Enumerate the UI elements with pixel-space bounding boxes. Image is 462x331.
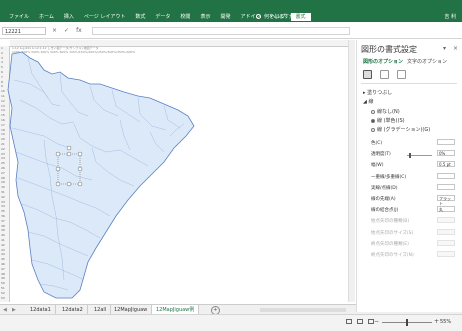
property-label: 線の結合点(J) xyxy=(371,208,399,214)
ribbon-tab[interactable]: ページ レイアウト xyxy=(79,13,131,21)
zoom-thumb[interactable] xyxy=(406,319,408,326)
transparency-thumb[interactable] xyxy=(409,153,411,158)
fill-line-icon[interactable] xyxy=(363,70,372,79)
property-label: 実線/点線(D) xyxy=(371,185,398,191)
ribbon-tab[interactable]: 表示 xyxy=(195,13,215,21)
tell-me-label: 何をしますか xyxy=(264,14,295,20)
property-label: 一重線/多重線(C) xyxy=(371,174,407,180)
property-label: 幅(W) xyxy=(371,163,384,169)
line-option-label: 線 (単色)(S) xyxy=(377,118,405,124)
property-control[interactable] xyxy=(437,251,455,257)
normal-view-icon[interactable] xyxy=(346,319,352,324)
radio-icon[interactable] xyxy=(371,109,375,114)
ribbon-tab[interactable]: データ xyxy=(150,13,175,21)
formula-icons: × ✓ fx xyxy=(52,27,82,34)
formula-input[interactable] xyxy=(92,27,350,35)
ribbon-tab[interactable]: ファイル xyxy=(4,13,34,21)
property-label: 終点矢印の種類(E) xyxy=(371,241,409,247)
property-label: 線の先端(A) xyxy=(371,197,396,202)
ribbon-tab[interactable]: 挿入 xyxy=(59,13,79,21)
line-option-radio[interactable]: 線 (グラデーション)(G) xyxy=(371,126,430,133)
property-label: 色(C) xyxy=(371,141,383,146)
formula-bar: 12221 × ✓ fx xyxy=(0,24,462,39)
tab-shape-options[interactable]: 図形のオプション xyxy=(363,58,403,65)
enter-icon[interactable]: ✓ xyxy=(64,27,69,34)
pane-category-icons xyxy=(363,70,406,79)
radio-icon[interactable] xyxy=(371,118,375,123)
line-section-header[interactable]: ◢ 線 xyxy=(363,98,373,105)
property-control[interactable]: 0.5 pt xyxy=(437,161,455,168)
tell-me-box[interactable]: 何をしますか xyxy=(256,13,294,20)
fill-section-label: 塗りつぶし xyxy=(367,90,393,96)
divider xyxy=(361,83,457,84)
user-name[interactable]: 吉 利 xyxy=(444,13,456,20)
line-option-radio[interactable]: 線なし(N) xyxy=(371,108,400,115)
property-control[interactable]: 丸 xyxy=(437,206,455,213)
cancel-icon[interactable]: × xyxy=(52,27,57,34)
zoom-out-button[interactable]: − xyxy=(374,318,379,325)
ribbon: ファイル ホーム 挿入 ページ レイアウト 数式 データ 校閲 表示 開発 アドイン ヘルプ 書式 何… xyxy=(0,0,462,22)
status-bar: − + 55% xyxy=(0,314,462,331)
chiba-map[interactable] xyxy=(0,40,350,302)
property-control[interactable] xyxy=(437,139,455,145)
worksheet[interactable]: 1 2 3 4 5 6 7 8 9 10 11 12 13 14 15 16 17 18 19 20 21 22 23 24 2… xyxy=(0,40,350,302)
vertical-scrollbar[interactable] xyxy=(348,40,355,302)
size-properties-icon[interactable] xyxy=(397,70,406,79)
pane-title: 図形の書式設定 xyxy=(361,45,417,54)
property-control[interactable] xyxy=(437,217,455,224)
prev-sheet-button[interactable]: ◀ xyxy=(3,307,7,313)
property-label: 始点矢印のサイズ(S) xyxy=(371,230,414,236)
tab-text-options[interactable]: 文字のオプション xyxy=(407,58,447,65)
property-label: 終点矢印のサイズ(N) xyxy=(371,253,414,258)
ribbon-tab[interactable]: 開発 xyxy=(215,13,235,21)
property-control[interactable] xyxy=(437,183,455,190)
line-option-radio[interactable]: 線 (単色)(S) xyxy=(371,117,405,124)
radio-icon[interactable] xyxy=(371,127,375,132)
line-option-label: 線なし(N) xyxy=(377,109,400,115)
property-control[interactable]: フラット xyxy=(437,195,455,206)
property-label: 透明度(T) xyxy=(371,152,391,158)
name-box[interactable]: 12221 xyxy=(2,27,46,35)
lightbulb-icon xyxy=(256,14,261,19)
page-layout-view-icon[interactable] xyxy=(357,319,363,324)
property-control[interactable]: 0% xyxy=(437,150,455,157)
property-control[interactable] xyxy=(437,239,455,246)
line-section-label: 線 xyxy=(368,99,374,105)
close-icon[interactable]: × xyxy=(453,45,458,52)
format-shape-pane: 図形の書式設定 ▾ × 図形のオプション 文字のオプション ▸ 塗りつぶし ◢ … xyxy=(356,40,462,312)
zoom-in-button[interactable]: + xyxy=(434,318,439,325)
property-label: 始点矢印の種類(B) xyxy=(371,219,410,225)
function-icon[interactable]: fx xyxy=(76,27,82,34)
ribbon-tab[interactable]: ホーム xyxy=(34,13,59,21)
property-control[interactable] xyxy=(437,172,455,179)
fill-section-header[interactable]: ▸ 塗りつぶし xyxy=(363,89,392,96)
line-option-label: 線 (グラデーション)(G) xyxy=(377,127,431,133)
zoom-level[interactable]: 55% xyxy=(440,319,451,325)
effects-icon[interactable] xyxy=(380,70,389,79)
ribbon-tab[interactable]: 校閲 xyxy=(175,13,195,21)
horizontal-scrollbar[interactable] xyxy=(260,308,346,312)
view-buttons xyxy=(346,319,374,324)
next-sheet-button[interactable]: ▶ xyxy=(12,307,16,313)
ribbon-tab[interactable]: 数式 xyxy=(130,13,150,21)
property-control[interactable] xyxy=(437,228,455,235)
pane-options-icon[interactable]: ▾ xyxy=(443,45,446,52)
